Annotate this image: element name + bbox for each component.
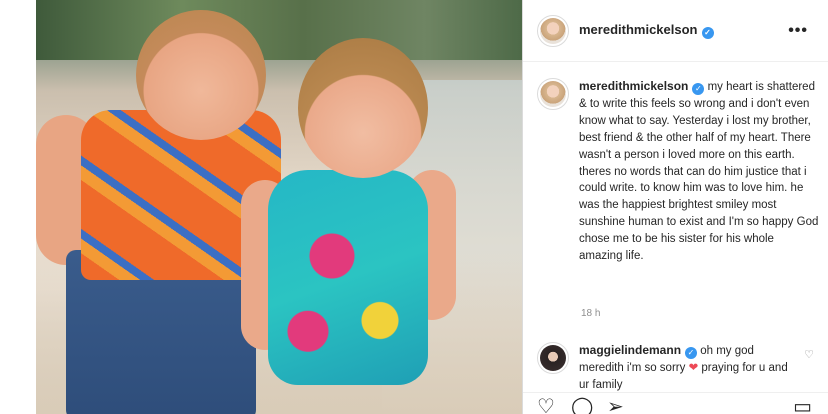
post-side-panel: meredithmickelson ✓ ••• meredithmickelson…	[523, 0, 828, 414]
commenter-avatar[interactable]	[537, 342, 569, 374]
author-username-header[interactable]: meredithmickelson ✓	[579, 22, 714, 39]
action-bar: ♡ ◯ ➢ ▭	[523, 392, 828, 414]
more-options-icon[interactable]: •••	[788, 22, 808, 40]
caption: meredithmickelson ✓ my heart is shattered…	[537, 78, 822, 265]
comment-item: maggielindemann ✓ oh my god meredith i'm …	[537, 342, 822, 394]
verified-badge-icon: ✓	[692, 83, 705, 95]
caption-avatar[interactable]	[537, 78, 569, 110]
author-username[interactable]: meredithmickelson	[579, 22, 698, 37]
verified-badge-icon: ✓	[701, 27, 714, 39]
post-header: meredithmickelson ✓ •••	[523, 0, 828, 62]
comment-icon[interactable]: ◯	[571, 397, 593, 414]
photo-girl-swimsuit	[268, 170, 428, 385]
post-timestamp[interactable]: 18 h	[581, 308, 600, 319]
caption-text: my heart is shattered & to write this fe…	[579, 81, 819, 263]
commenter-username[interactable]: maggielindemann	[579, 343, 681, 357]
comment-body: maggielindemann ✓ oh my god meredith i'm …	[579, 342, 797, 394]
heart-icon[interactable]: ♡	[537, 397, 555, 414]
post-photo[interactable]	[36, 0, 522, 414]
photo-boy-head	[136, 10, 266, 140]
send-icon[interactable]: ➢	[607, 397, 624, 414]
caption-body: meredithmickelson ✓ my heart is shattered…	[579, 78, 819, 265]
caption-username[interactable]: meredithmickelson	[579, 79, 688, 93]
photo-girl-head	[298, 38, 428, 178]
bookmark-icon[interactable]: ▭	[793, 397, 812, 414]
author-avatar[interactable]	[537, 14, 569, 47]
verified-badge-icon: ✓	[685, 347, 698, 359]
red-heart-emoji-icon: ❤	[688, 361, 699, 374]
photo-trees	[36, 0, 522, 60]
heart-outline-icon[interactable]: ♡	[804, 348, 814, 361]
